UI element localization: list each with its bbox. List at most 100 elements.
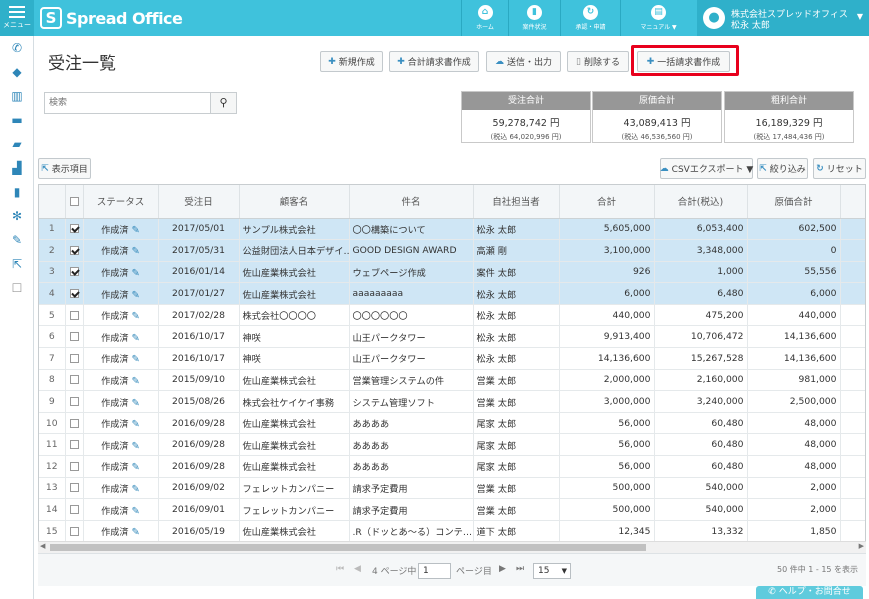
row-checkbox[interactable]	[69, 267, 79, 277]
columns-button[interactable]: ⇱ 表示項目	[38, 158, 91, 179]
table-row[interactable]: 14 作成済 ✎ 2016/09/01 フェレットカンパニー 請求予定費用 営業 太郎 50…	[39, 498, 865, 521]
table-row[interactable]: 15 作成済 ✎ 2016/05/19 佐山産業株式会社 .R（ドッとあ〜る）コンテ… 道…	[39, 520, 865, 543]
delete-button[interactable]: ▯ 削除する	[567, 51, 629, 72]
pencil-icon[interactable]: ✎	[132, 419, 140, 430]
pencil-icon[interactable]: ✎	[132, 246, 140, 257]
row-checkbox[interactable]	[69, 418, 79, 428]
column-header[interactable]: 顧客名	[239, 185, 350, 219]
row-checkbox[interactable]	[69, 224, 79, 234]
wrench-icon[interactable]: ✎	[0, 228, 34, 252]
pencil-icon[interactable]: ✎	[132, 462, 140, 473]
nav-home[interactable]: ⌂ ホーム	[461, 0, 508, 36]
csv-export-button[interactable]: ☁ CSVエクスポート ▼	[660, 158, 753, 179]
row-checkbox[interactable]	[69, 353, 79, 363]
row-checkbox[interactable]	[69, 310, 79, 320]
scroll-left-icon[interactable]: ◀	[40, 542, 45, 550]
prev-page-icon[interactable]: ◀	[354, 564, 361, 574]
search-input[interactable]	[45, 93, 210, 113]
row-checkbox[interactable]	[69, 483, 79, 493]
table-row[interactable]: 4 作成済 ✎ 2017/01/27 佐山産業株式会社 aaaaaaaaa 松永 太郎 6,…	[39, 282, 865, 305]
column-header[interactable]: 合計(税込)	[654, 185, 748, 219]
pencil-icon[interactable]: ✎	[132, 506, 140, 517]
pencil-icon[interactable]: ✎	[132, 376, 140, 387]
row-checkbox-cell	[65, 498, 84, 521]
pencil-icon[interactable]: ✎	[132, 527, 140, 538]
nav-chart[interactable]: ▮ 案件状況	[508, 0, 560, 36]
phone-icon[interactable]: ✆	[0, 36, 34, 60]
table-row[interactable]: 12 作成済 ✎ 2016/09/28 佐山産業株式会社 ああああ 尾家 太郎 56,000…	[39, 455, 865, 478]
bar-chart-icon[interactable]: ▥	[0, 84, 34, 108]
first-page-icon[interactable]: ⏮	[336, 564, 344, 574]
nav-sync[interactable]: ↻ 承認・申請	[560, 0, 620, 36]
pencil-icon[interactable]: ✎	[132, 311, 140, 322]
column-header[interactable]: ステータス	[83, 185, 159, 219]
table-row[interactable]: 7 作成済 ✎ 2016/10/17 神咲 山王パークタワー 松永 太郎 14,136,60…	[39, 347, 865, 370]
pencil-icon[interactable]: ✎	[132, 290, 140, 301]
row-checkbox[interactable]	[69, 461, 79, 471]
table-row[interactable]: 10 作成済 ✎ 2016/09/28 佐山産業株式会社 ああああ 尾家 太郎 56,000…	[39, 412, 865, 435]
menu-button[interactable]: メニュー	[0, 0, 34, 36]
scrollbar-thumb[interactable]	[50, 544, 646, 551]
table-row[interactable]: 6 作成済 ✎ 2016/10/17 神咲 山王パークタワー 松永 太郎 9,913,400…	[39, 325, 865, 349]
cell-no: 10	[39, 412, 66, 435]
card-icon[interactable]: ▬	[0, 108, 34, 132]
column-header[interactable]: 合計	[559, 185, 655, 219]
scroll-right-icon[interactable]: ▶	[859, 542, 864, 550]
total-invoice-button[interactable]: ✚ 合計請求書作成	[389, 51, 479, 72]
new-button[interactable]: ✚ 新規作成	[320, 51, 383, 72]
row-checkbox[interactable]	[69, 397, 79, 407]
pencil-icon[interactable]: ✎	[132, 354, 140, 365]
column-header[interactable]	[65, 185, 84, 219]
tag-icon[interactable]: ◆	[0, 60, 34, 84]
send-output-button[interactable]: ☁ 送信・出力	[486, 51, 561, 72]
help-button[interactable]: ✆ ヘルプ・お問合せ	[756, 586, 863, 599]
table-row[interactable]: 11 作成済 ✎ 2016/09/28 佐山産業株式会社 ああああ 尾家 太郎 56,000…	[39, 433, 865, 457]
page-input[interactable]: 1	[418, 563, 451, 579]
search-icon[interactable]: ⚲	[210, 93, 236, 113]
pencil-icon[interactable]: ✎	[132, 225, 140, 236]
cell-staff: 高瀬 剛	[473, 239, 560, 262]
filter-button[interactable]: ⇱ 絞り込み	[757, 158, 808, 179]
status-text: 作成済	[101, 375, 129, 387]
row-checkbox[interactable]	[69, 375, 79, 385]
pencil-icon[interactable]: ✎	[132, 398, 140, 409]
pencil-icon[interactable]: ✎	[132, 484, 140, 495]
column-header[interactable]: 件名	[349, 185, 474, 219]
checkbox-icon[interactable]: ☐	[0, 276, 34, 300]
gear-icon[interactable]: ✻	[0, 204, 34, 228]
column-header[interactable]: 原価合計	[747, 185, 841, 219]
folder-icon[interactable]: ▰	[0, 132, 34, 156]
row-checkbox[interactable]	[69, 505, 79, 515]
row-checkbox[interactable]	[69, 332, 79, 342]
app-logo[interactable]: S Spread Office	[40, 7, 183, 29]
user-menu[interactable]: ● 株式会社スプレッドオフィス 松永 太郎 ▼	[697, 0, 869, 36]
table-row[interactable]: 13 作成済 ✎ 2016/09/02 フェレットカンパニー 請求予定費用 営業 太郎 50…	[39, 477, 865, 500]
select-all-checkbox[interactable]	[69, 196, 79, 206]
table-row[interactable]: 3 作成済 ✎ 2016/01/14 佐山産業株式会社 ウェブページ作成 案件 太郎 926…	[39, 261, 865, 284]
document-icon[interactable]: ▮	[0, 180, 34, 204]
column-header[interactable]: 自社担当者	[473, 185, 560, 219]
row-checkbox[interactable]	[69, 526, 79, 536]
column-header[interactable]	[39, 185, 66, 219]
reset-button[interactable]: ↻ リセット	[813, 158, 866, 179]
table-row[interactable]: 9 作成済 ✎ 2015/08/26 株式会社ケイケイ事務 システム管理ソフト 営業 太郎…	[39, 390, 865, 413]
row-checkbox[interactable]	[69, 289, 79, 299]
column-header[interactable]: 受注日	[158, 185, 240, 219]
pencil-icon[interactable]: ✎	[132, 333, 140, 344]
table-row[interactable]: 2 作成済 ✎ 2017/05/31 公益財団法人日本デザイ… GOOD DESIGN …	[39, 239, 865, 262]
row-checkbox[interactable]	[69, 440, 79, 450]
pencil-icon[interactable]: ✎	[132, 268, 140, 279]
horizontal-scrollbar[interactable]: ◀ ▶	[38, 541, 866, 553]
row-checkbox[interactable]	[69, 245, 79, 255]
table-row[interactable]: 1 作成済 ✎ 2017/05/01 サンプル株式会社 〇〇構築について 松永 太郎 5,6…	[39, 218, 865, 241]
nav-manual[interactable]: ▤ マニュアル ▼	[620, 0, 696, 36]
table-row[interactable]: 5 作成済 ✎ 2017/02/28 株式会社〇〇〇〇 〇〇〇〇〇〇 松永 太郎 440,0…	[39, 304, 865, 327]
per-page-select[interactable]: 15 ▼	[533, 563, 571, 579]
last-page-icon[interactable]: ⏭	[516, 564, 524, 574]
cell-staff: 営業 太郎	[473, 477, 560, 500]
external-link-icon[interactable]: ⇱	[0, 252, 34, 276]
signal-icon[interactable]: ▟	[0, 156, 34, 180]
next-page-icon[interactable]: ▶	[499, 564, 506, 574]
pencil-icon[interactable]: ✎	[132, 441, 140, 452]
table-row[interactable]: 8 作成済 ✎ 2015/09/10 佐山産業株式会社 営業管理システムの件 営業 太郎 2…	[39, 369, 865, 392]
